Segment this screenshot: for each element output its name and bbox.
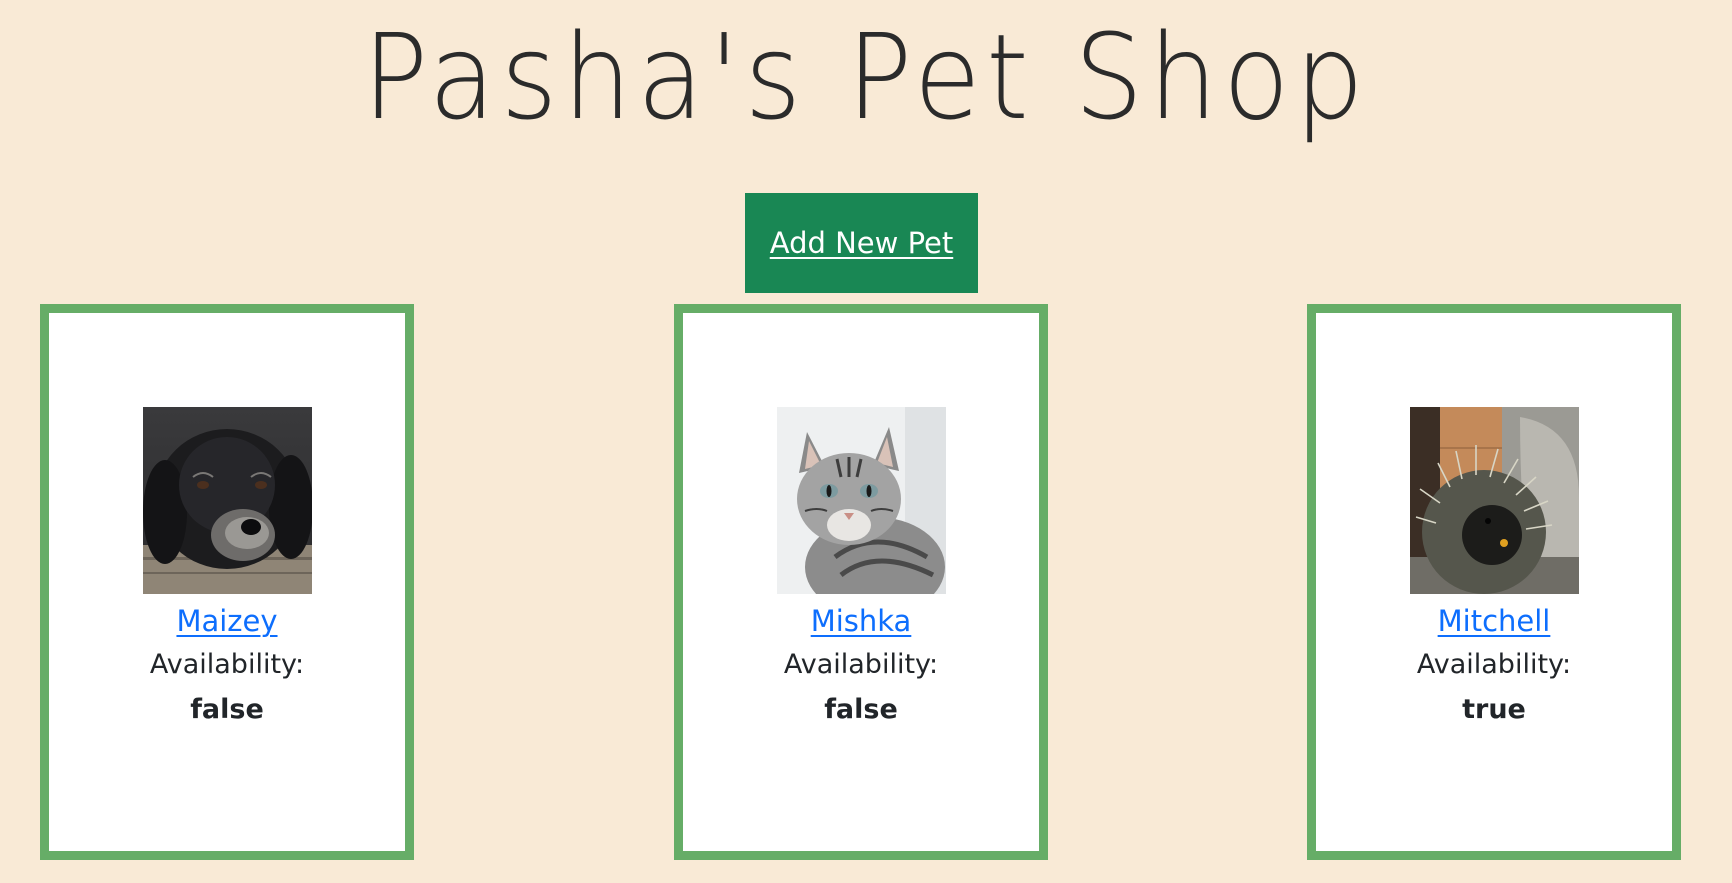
pet-card-mitchell: Mitchell Availability: true <box>1307 304 1681 860</box>
pet-name-link[interactable]: Maizey <box>176 600 277 642</box>
availability-value: true <box>1462 694 1526 725</box>
page-title: Pasha's Pet Shop <box>362 8 1370 146</box>
pet-name-link[interactable]: Mitchell <box>1438 600 1551 642</box>
cat-photo <box>776 407 946 594</box>
availability-label: Availability: <box>1416 649 1572 680</box>
porcupine-photo <box>1409 407 1579 594</box>
availability-value: false <box>190 694 264 725</box>
pet-card-mishka: Mishka Availability: false <box>674 304 1048 860</box>
pet-name-link[interactable]: Mishka <box>811 600 912 642</box>
availability-label: Availability: <box>149 649 305 680</box>
pet-card-maizey: Maizey Availability: false <box>40 304 414 860</box>
availability-label: Availability: <box>783 649 939 680</box>
availability-value: false <box>824 694 898 725</box>
dog-photo <box>142 407 312 594</box>
add-new-pet-button[interactable]: Add New Pet <box>745 193 978 293</box>
